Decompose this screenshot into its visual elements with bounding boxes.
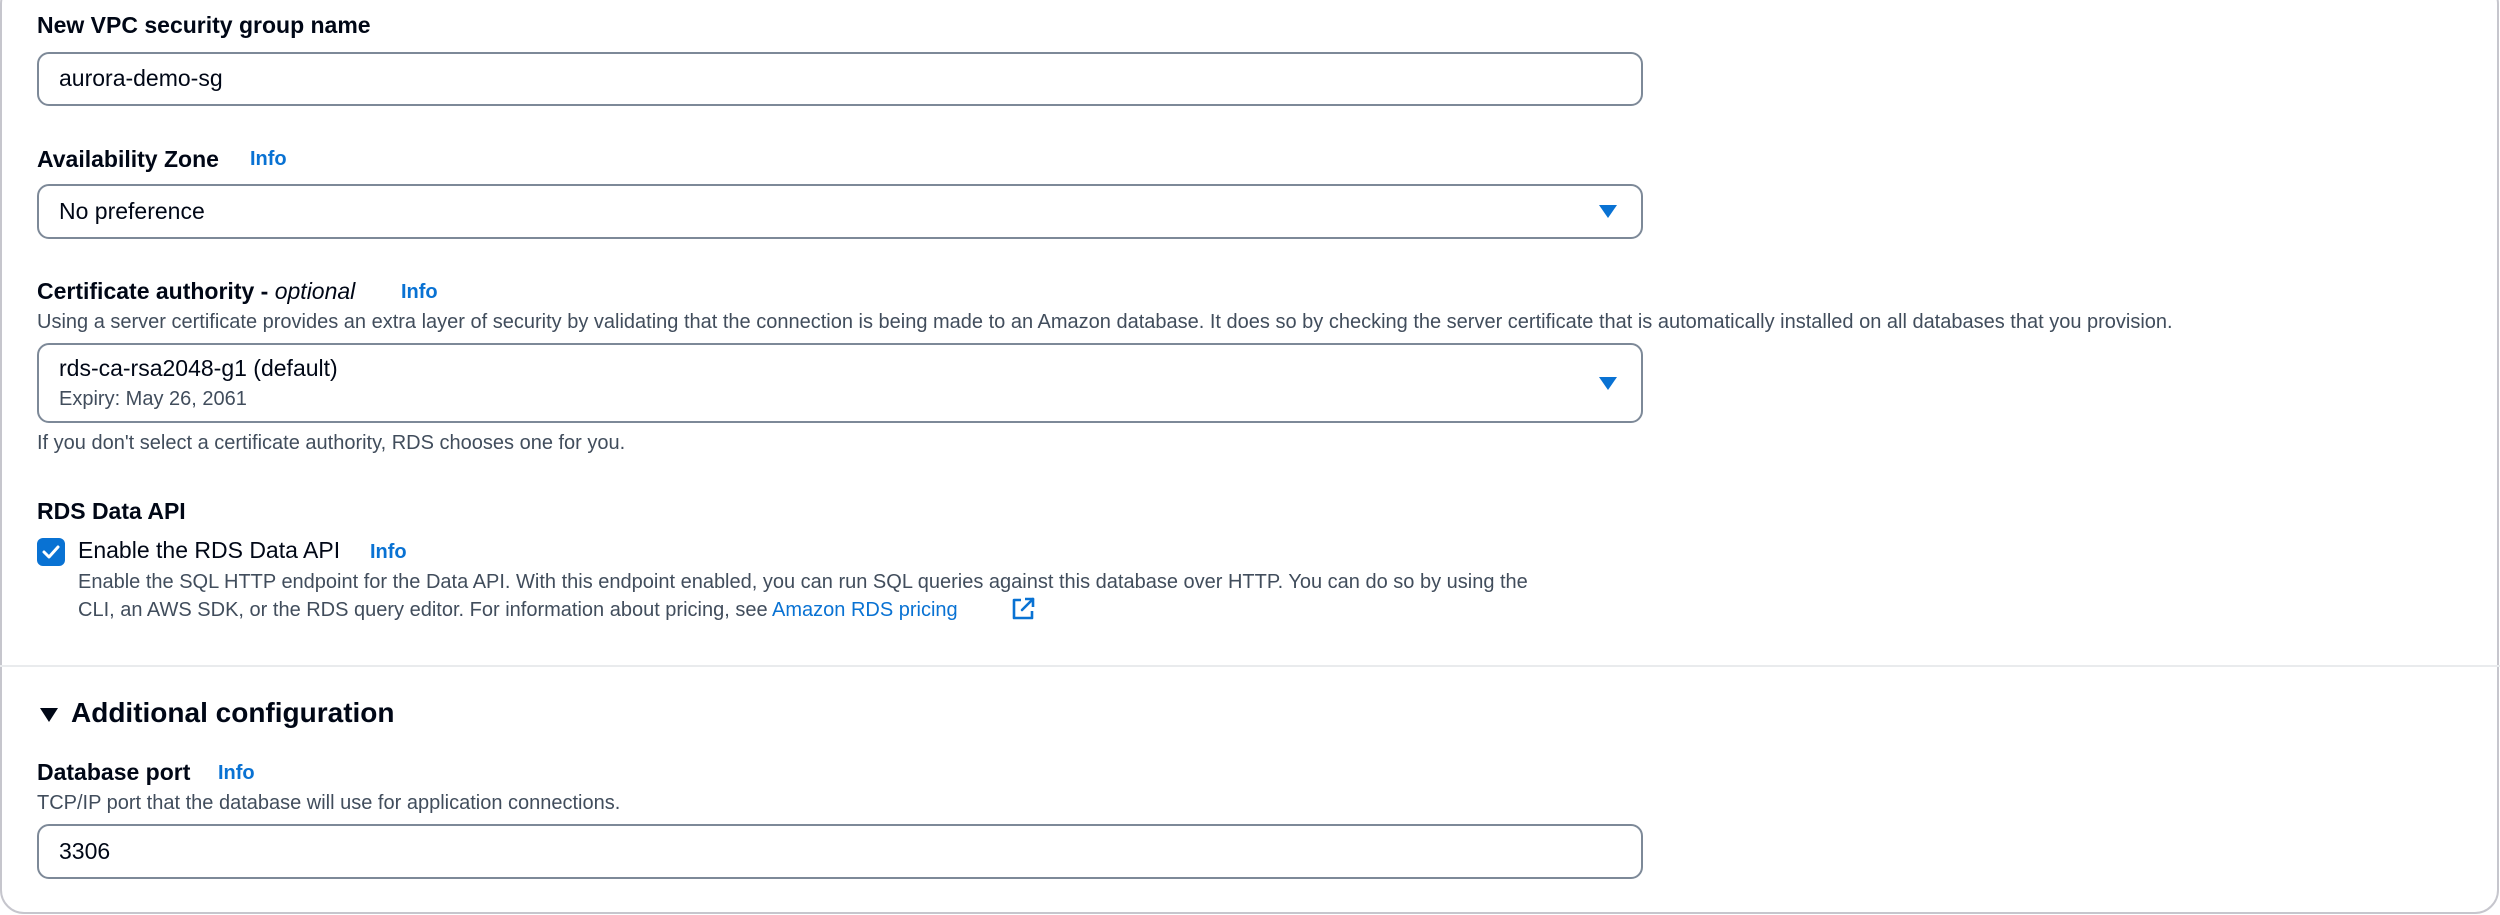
database-port-info-link[interactable]: Info	[218, 762, 255, 785]
database-port-value: 3306	[59, 838, 111, 864]
certificate-authority-description: Using a server certificate provides an e…	[37, 311, 2173, 333]
certificate-authority-info-link[interactable]: Info	[401, 281, 438, 304]
data-api-description-text: CLI, an AWS SDK, or the RDS query editor…	[78, 599, 773, 621]
data-api-description-line1: Enable the SQL HTTP endpoint for the Dat…	[78, 571, 1528, 593]
rds-data-api-heading: RDS Data API	[37, 498, 186, 524]
optional-tag: optional	[274, 278, 356, 304]
data-api-info-link[interactable]: Info	[370, 541, 407, 564]
availability-zone-info-link[interactable]: Info	[250, 148, 287, 171]
section-divider	[0, 665, 2500, 667]
caret-down-icon[interactable]	[40, 708, 58, 722]
certificate-expiry: Expiry: May 26, 2061	[59, 388, 247, 410]
checkmark-icon	[42, 545, 60, 559]
availability-zone-selected: No preference	[59, 198, 205, 224]
enable-data-api-label[interactable]: Enable the RDS Data API	[78, 537, 340, 564]
chevron-down-icon	[1599, 205, 1617, 218]
vpc-sg-name-label: New VPC security group name	[37, 12, 371, 38]
chevron-down-icon	[1599, 377, 1617, 390]
vpc-sg-name-input[interactable]: aurora-demo-sg	[37, 52, 1643, 106]
external-link-icon[interactable]	[1010, 596, 1036, 622]
database-port-label: Database port	[37, 759, 191, 785]
certificate-authority-hint: If you don't select a certificate author…	[37, 432, 626, 454]
certificate-authority-label-text: Certificate authority -	[37, 278, 275, 304]
certificate-selected: rds-ca-rsa2048-g1 (default)	[59, 355, 338, 381]
enable-data-api-checkbox[interactable]	[37, 538, 65, 566]
availability-zone-select[interactable]: No preference	[37, 184, 1643, 239]
amazon-rds-pricing-link[interactable]: Amazon RDS pricing	[772, 599, 958, 621]
additional-configuration-toggle[interactable]: Additional configuration	[71, 697, 395, 729]
data-api-description-line2: CLI, an AWS SDK, or the RDS query editor…	[78, 599, 958, 622]
database-port-input[interactable]: 3306	[37, 824, 1643, 879]
form-container	[0, 0, 2499, 914]
vpc-sg-name-value: aurora-demo-sg	[59, 65, 223, 91]
certificate-authority-label: Certificate authority - optional	[37, 278, 355, 305]
certificate-authority-select[interactable]: rds-ca-rsa2048-g1 (default) Expiry: May …	[37, 343, 1643, 423]
availability-zone-label: Availability Zone	[37, 146, 219, 172]
database-port-description: TCP/IP port that the database will use f…	[37, 792, 621, 814]
